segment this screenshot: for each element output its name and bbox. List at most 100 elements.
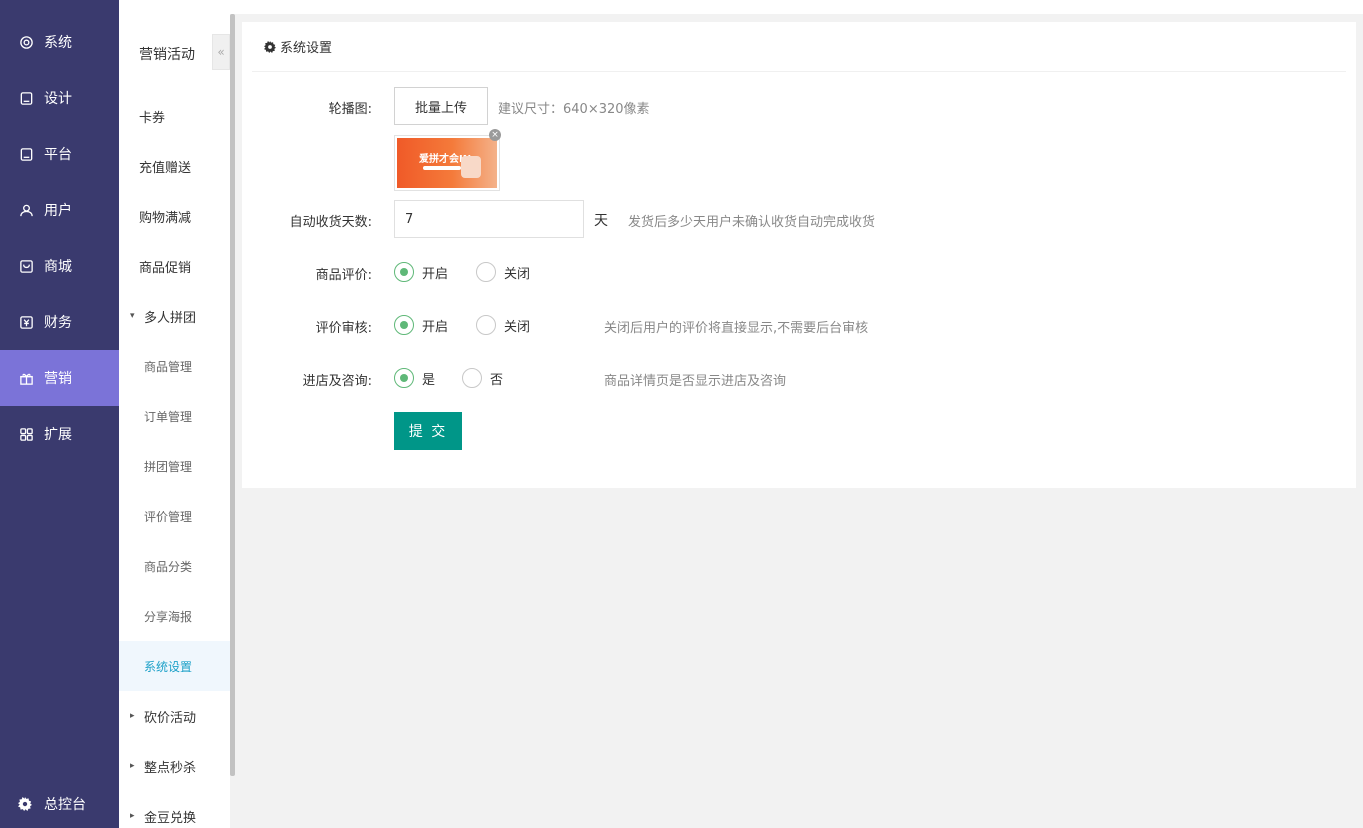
shop-icon [18, 258, 34, 274]
nav-item-label: 平台 [44, 147, 72, 163]
nav-item-label: 扩展 [44, 427, 72, 443]
radio-label: 关闭 [504, 319, 531, 335]
nav-item-label: 商城 [44, 259, 72, 275]
nav-item-shop[interactable]: 商城 [0, 238, 119, 294]
monitor-icon [18, 90, 34, 106]
auto-receive-hint: 发货后多少天用户未确认收货自动完成收货 [628, 215, 876, 230]
sub-item-gold-exchange[interactable]: ▸ 金豆兑换 [119, 791, 230, 828]
audit-on-radio[interactable]: 开启 [394, 315, 448, 335]
carousel-label: 轮播图: [328, 102, 372, 117]
radio-dot [476, 262, 496, 282]
nav-item-marketing[interactable]: 营销 [0, 350, 119, 406]
caret-down-icon: ▾ [130, 311, 135, 321]
nav-item-dashboard[interactable]: 总控台 [0, 780, 119, 828]
sub-item-order-manage[interactable]: 订单管理 [119, 391, 230, 441]
monitor-icon [18, 146, 34, 162]
banner-image: 爱拼才会IN [397, 138, 497, 188]
radio-dot [462, 368, 482, 388]
sub-item-label: 拼团管理 [144, 459, 193, 474]
consult-no-radio[interactable]: 否 [462, 368, 503, 388]
review-label: 商品评价: [315, 268, 372, 283]
banner-decoration [461, 156, 481, 178]
caret-right-icon: ▸ [130, 711, 135, 721]
nav-item-extend[interactable]: 扩展 [0, 406, 119, 462]
radio-dot [394, 368, 414, 388]
carousel-hint: 建议尺寸：640×320像素 [498, 102, 650, 117]
nav-item-system[interactable]: 系统 [0, 14, 119, 70]
sub-item-bargain[interactable]: ▸ 砍价活动 [119, 691, 230, 741]
radio-label: 关闭 [504, 266, 531, 282]
review-off-radio[interactable]: 关闭 [476, 262, 530, 282]
radio-label: 否 [490, 372, 504, 388]
input-value: 7 [405, 211, 414, 227]
nav-item-finance[interactable]: 财务 [0, 294, 119, 350]
sub-item-group-buy[interactable]: ▾ 多人拼团 [119, 291, 230, 341]
sub-item-label: 商品分类 [144, 559, 193, 574]
gear-icon [18, 34, 34, 50]
nav-item-platform[interactable]: 平台 [0, 126, 119, 182]
sub-item-review-manage[interactable]: 评价管理 [119, 491, 230, 541]
sub-item-full-reduction[interactable]: 购物满减 [119, 191, 230, 241]
radio-label: 开启 [422, 266, 449, 282]
consult-yes-radio[interactable]: 是 [394, 368, 435, 388]
sub-item-label: 多人拼团 [144, 310, 197, 326]
auto-receive-days-input[interactable]: 7 [394, 200, 584, 238]
cog-icon [18, 797, 32, 811]
submit-button[interactable]: 提 交 [394, 412, 462, 450]
top-bar [230, 0, 1363, 14]
batch-upload-button[interactable]: 批量上传 [394, 87, 488, 125]
sidebar-scrollbar[interactable] [230, 14, 235, 776]
sub-item-label: 整点秒杀 [144, 760, 197, 776]
review-audit-label: 评价审核: [315, 321, 372, 336]
sub-item-coupon[interactable]: 卡券 [119, 91, 230, 141]
sub-item-category[interactable]: 商品分类 [119, 541, 230, 591]
days-unit: 天 [594, 213, 608, 229]
carousel-thumbnail[interactable]: 爱拼才会IN [394, 135, 500, 191]
nav-item-label: 设计 [44, 91, 72, 107]
yen-icon [18, 314, 34, 330]
sub-item-label: 金豆兑换 [144, 810, 197, 826]
cog-icon [264, 40, 276, 53]
consult-label: 进店及咨询: [302, 374, 372, 389]
sub-item-flash-sale[interactable]: ▸ 整点秒杀 [119, 741, 230, 791]
remove-image-icon[interactable]: × [489, 129, 501, 141]
auto-receive-label: 自动收货天数: [289, 215, 372, 230]
consult-hint: 商品详情页是否显示进店及咨询 [604, 374, 787, 389]
nav-bottom-label: 总控台 [44, 797, 86, 813]
sub-item-label: 充值赠送 [139, 160, 192, 176]
audit-off-radio[interactable]: 关闭 [476, 315, 530, 335]
nav-item-label: 用户 [44, 203, 72, 219]
sub-item-share-poster[interactable]: 分享海报 [119, 591, 230, 641]
panel-header: 系统设置 [252, 22, 1346, 72]
gift-icon [18, 370, 34, 386]
sub-item-promotion[interactable]: 商品促销 [119, 241, 230, 291]
settings-panel: 系统设置 轮播图: 批量上传 建议尺寸：640×320像素 爱拼才会IN × 自… [242, 22, 1356, 488]
sub-item-system-settings[interactable]: 系统设置 [119, 641, 230, 691]
radio-label: 开启 [422, 319, 449, 335]
main-nav: 系统 设计 平台 用户 商城 财务 营销 扩展 总控台 [0, 0, 119, 828]
caret-right-icon: ▸ [130, 761, 135, 771]
caret-right-icon: ▸ [130, 811, 135, 821]
sub-item-label: 卡券 [139, 110, 166, 126]
radio-dot [394, 315, 414, 335]
sub-item-label: 订单管理 [144, 409, 193, 424]
user-icon [18, 202, 34, 218]
sub-item-goods-manage[interactable]: 商品管理 [119, 341, 230, 391]
sub-item-label: 商品管理 [144, 359, 193, 374]
nav-item-user[interactable]: 用户 [0, 182, 119, 238]
collapse-sidebar-button[interactable]: « [212, 34, 230, 70]
grid-icon [18, 426, 34, 442]
sub-item-group-manage[interactable]: 拼团管理 [119, 441, 230, 491]
sub-item-recharge-gift[interactable]: 充值赠送 [119, 141, 230, 191]
banner-bar [423, 166, 461, 170]
nav-item-label: 营销 [44, 371, 72, 387]
nav-item-design[interactable]: 设计 [0, 70, 119, 126]
radio-dot [394, 262, 414, 282]
sub-item-label: 系统设置 [144, 659, 193, 674]
sub-item-label: 购物满减 [139, 210, 192, 226]
sub-item-label: 砍价活动 [144, 710, 197, 726]
radio-dot [476, 315, 496, 335]
nav-item-label: 系统 [44, 35, 72, 51]
review-on-radio[interactable]: 开启 [394, 262, 448, 282]
review-audit-hint: 关闭后用户的评价将直接显示,不需要后台审核 [604, 321, 869, 336]
